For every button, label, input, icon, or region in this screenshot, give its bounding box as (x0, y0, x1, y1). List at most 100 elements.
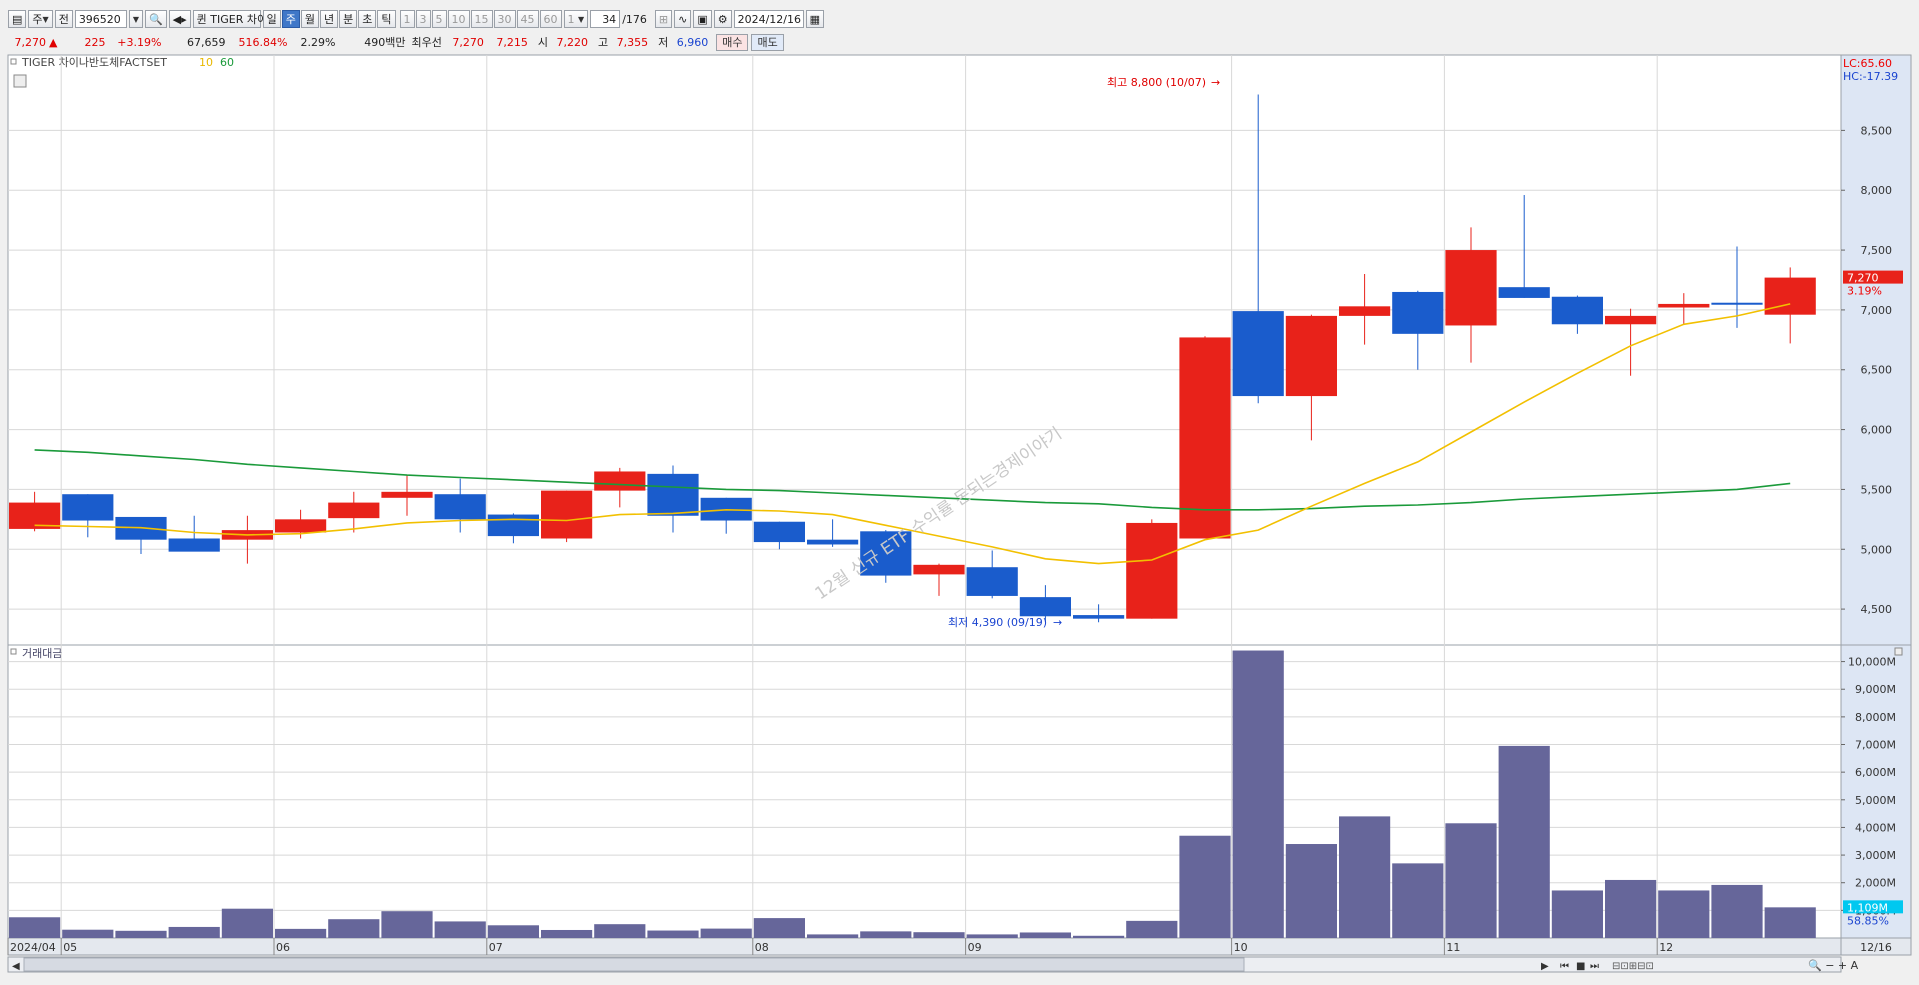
date-tick-label: 10 (1234, 941, 1248, 954)
date-tick-label: 07 (489, 941, 503, 954)
first-icon[interactable]: ⏮ (1560, 961, 1569, 972)
price-tick-label: 5,500 (1861, 483, 1893, 496)
volume-bar (1339, 816, 1391, 938)
volume-bar (1179, 835, 1231, 938)
candle-body (434, 494, 486, 520)
date-tick-label: 11 (1446, 941, 1460, 954)
candle-body (1605, 315, 1657, 325)
candle-body (1658, 303, 1710, 308)
last-volume-label: 1,109M (1847, 901, 1888, 914)
last-icon[interactable]: ⏭ (1590, 961, 1599, 972)
candle-body (753, 521, 805, 543)
volume-bar (700, 928, 752, 938)
candle-body (1339, 306, 1391, 316)
date-tick-label: 09 (968, 941, 982, 954)
stop-icon[interactable]: ■ (1576, 961, 1585, 972)
volume-bar (1073, 935, 1125, 938)
volume-bar (328, 919, 380, 938)
volume-bar (221, 908, 273, 938)
candle-body (328, 502, 380, 519)
volume-bar (594, 924, 646, 938)
volume-bar (753, 918, 805, 938)
price-tick-label: 8,500 (1861, 124, 1893, 137)
volume-tick-label: 6,000M (1855, 766, 1896, 779)
volume-bar (647, 930, 699, 938)
volume-bar (1551, 890, 1603, 938)
volume-tick-label: 3,000M (1855, 849, 1896, 862)
candle-body (647, 473, 699, 516)
volume-bar (807, 934, 859, 938)
hc-label: HC:-17.39 (1843, 70, 1898, 83)
candle-body (966, 567, 1018, 596)
date-tick-label: 2024/04 (10, 941, 56, 954)
volume-bar (1392, 863, 1444, 938)
volume-bar (62, 929, 114, 938)
volume-bar (381, 911, 433, 938)
candle-body (1073, 615, 1125, 619)
volume-bar (541, 929, 593, 938)
scroll-left-icon[interactable]: ◀ (12, 961, 20, 972)
candle-body (168, 538, 220, 552)
volume-tick-label: 2,000M (1855, 877, 1896, 890)
chart-svg: ◀ ▶ ⏮ ■ ⏭ ⊟⊡⊞⊟⊡ 🔍 − + A TIGER 차이나반도체FACT… (7, 54, 1912, 973)
price-tick-label: 7,000 (1861, 304, 1893, 317)
chart-window: ▤ 주 ▼ 전 396520 ▼ 🔍 ◀▸ 퀸 TIGER 차이 일주월년분초틱 … (0, 0, 1919, 985)
volume-tick-label: 9,000M (1855, 683, 1896, 696)
candle-body (1551, 296, 1603, 325)
table-toggle-icon[interactable] (13, 74, 27, 88)
right-arrow-icon: → (1053, 616, 1062, 629)
candle-body (913, 564, 965, 575)
date-tick-label: 12/16 (1860, 941, 1892, 954)
volume-bar (1232, 650, 1284, 938)
candle-body (1764, 277, 1816, 315)
price-panel (7, 54, 1842, 646)
date-tick-label: 06 (276, 941, 290, 954)
volume-tick-label: 5,000M (1855, 794, 1896, 807)
volume-bar (966, 934, 1018, 938)
volume-bar (168, 926, 220, 938)
volume-bar (275, 928, 327, 938)
last-price-label: 7,270 (1847, 272, 1879, 285)
volume-tick-label: 10,000M (1848, 656, 1896, 669)
price-axis-panel (1840, 54, 1912, 646)
high-annotation: 최고 8,800 (10/07) (1107, 76, 1206, 89)
price-tick-label: 8,000 (1861, 184, 1893, 197)
volume-bar (434, 921, 486, 938)
candle-body (381, 491, 433, 498)
volume-bar (1658, 890, 1710, 938)
volume-tick-label: 7,000M (1855, 739, 1896, 752)
scrollbar-thumb[interactable] (23, 957, 1245, 972)
volume-bar (115, 930, 167, 938)
right-arrow-icon: → (1211, 76, 1220, 89)
candle-body (594, 471, 646, 491)
volume-tick-label: 4,000M (1855, 821, 1896, 834)
lc-label: LC:65.60 (1843, 57, 1892, 70)
candle-body (275, 519, 327, 533)
last-pct-label: 3.19% (1847, 285, 1882, 298)
legend-ma60: 60 (220, 56, 234, 69)
candle-body (62, 494, 114, 521)
candle-body (1232, 311, 1284, 397)
zoom-icons[interactable]: 🔍 − + A (1808, 958, 1859, 972)
candle-body (487, 514, 539, 537)
candle-body (1285, 315, 1337, 397)
candle-body (807, 539, 859, 545)
legend-ma10: 10 (199, 56, 213, 69)
volume-bar (1019, 932, 1071, 938)
volume-panel-close-icon[interactable] (1894, 647, 1903, 656)
volume-bar (1445, 823, 1497, 938)
price-tick-label: 4,500 (1861, 603, 1893, 616)
volume-title: 거래대금 (22, 647, 62, 660)
scroll-right-icon[interactable]: ▶ (1541, 961, 1549, 972)
candle-body (1126, 522, 1178, 619)
date-tick-label: 12 (1659, 941, 1673, 954)
candle-body (1445, 250, 1497, 326)
volume-bar (1605, 879, 1657, 938)
candle-body (1498, 287, 1550, 298)
display-tools-icon[interactable]: ⊟⊡⊞⊟⊡ (1612, 961, 1654, 972)
candle-body (1711, 302, 1763, 305)
low-annotation: 최저 4,390 (09/19) (948, 616, 1047, 629)
price-tick-label: 6,000 (1861, 424, 1893, 437)
price-tick-label: 7,500 (1861, 244, 1893, 257)
price-tick-label: 5,000 (1861, 543, 1893, 556)
